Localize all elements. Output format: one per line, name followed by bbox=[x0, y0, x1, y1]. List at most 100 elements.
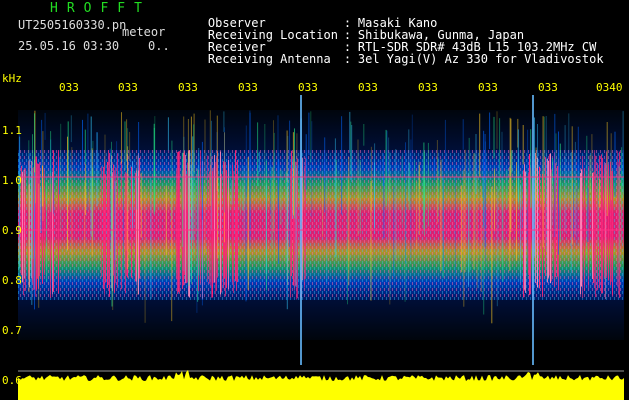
burst-column bbox=[215, 162, 216, 295]
streak bbox=[554, 113, 556, 238]
burst-column bbox=[237, 159, 238, 283]
streak bbox=[229, 164, 231, 189]
streak bbox=[424, 179, 426, 214]
streak bbox=[311, 121, 313, 217]
x-tick: 033 bbox=[538, 81, 558, 94]
streak bbox=[231, 179, 233, 205]
streak bbox=[527, 129, 529, 268]
streak bbox=[496, 111, 498, 149]
burst-column bbox=[604, 164, 605, 277]
burst-column bbox=[225, 161, 226, 297]
streak bbox=[363, 124, 365, 146]
burst-column bbox=[214, 154, 215, 283]
streak bbox=[153, 123, 155, 215]
streak bbox=[564, 157, 566, 233]
streak bbox=[132, 161, 133, 229]
y-tick: 0.9 bbox=[2, 224, 22, 237]
burst-column bbox=[523, 170, 524, 298]
streak bbox=[116, 141, 118, 177]
burst-column bbox=[213, 167, 214, 284]
burst-column bbox=[524, 164, 525, 290]
streak bbox=[85, 164, 86, 215]
burst-column bbox=[178, 151, 179, 292]
streak bbox=[436, 140, 438, 224]
streak bbox=[475, 134, 477, 194]
burst-column bbox=[139, 158, 140, 279]
streak bbox=[568, 113, 570, 209]
streak bbox=[181, 152, 183, 247]
streak bbox=[204, 119, 206, 254]
burst-column bbox=[37, 163, 38, 279]
streak bbox=[126, 119, 128, 161]
streak bbox=[44, 112, 46, 140]
streak bbox=[41, 165, 43, 207]
burst-column bbox=[107, 161, 108, 289]
streak bbox=[198, 148, 200, 276]
streak bbox=[351, 125, 353, 183]
streak bbox=[411, 114, 413, 178]
x-tick: 033 bbox=[478, 81, 498, 94]
streak bbox=[511, 150, 513, 173]
streak bbox=[125, 181, 127, 251]
x-tick: 033 bbox=[418, 81, 438, 94]
streak bbox=[349, 111, 351, 153]
streak bbox=[534, 117, 535, 257]
streak bbox=[91, 148, 93, 257]
streak bbox=[444, 119, 446, 174]
streak bbox=[518, 178, 520, 210]
streak bbox=[165, 185, 167, 256]
streak bbox=[389, 174, 391, 305]
burst-column bbox=[290, 168, 291, 298]
streak bbox=[551, 178, 553, 226]
burst-column bbox=[131, 166, 132, 278]
streak bbox=[249, 110, 251, 249]
streak bbox=[32, 134, 33, 259]
streak bbox=[493, 116, 495, 159]
burst-column bbox=[176, 170, 177, 280]
streak bbox=[124, 121, 126, 170]
file-suffix: meteor bbox=[122, 25, 166, 39]
streak bbox=[491, 186, 493, 324]
streak bbox=[38, 183, 40, 308]
streak bbox=[286, 173, 288, 310]
x-tick: 033 bbox=[238, 81, 258, 94]
streak bbox=[242, 185, 244, 211]
burst-column bbox=[529, 153, 530, 296]
burst-column bbox=[592, 172, 593, 279]
streak bbox=[545, 116, 547, 250]
streak bbox=[122, 187, 124, 280]
streak bbox=[433, 157, 435, 180]
streak bbox=[374, 143, 376, 234]
power-trace bbox=[18, 369, 624, 400]
streak bbox=[506, 169, 508, 209]
streak bbox=[418, 165, 420, 235]
burst-column bbox=[186, 174, 187, 284]
x-tick: 033 bbox=[358, 81, 378, 94]
burst-column bbox=[179, 151, 180, 294]
burst-column bbox=[212, 171, 213, 298]
streak bbox=[270, 160, 272, 215]
streak bbox=[121, 112, 122, 164]
burst-column bbox=[549, 154, 550, 276]
streak bbox=[535, 147, 537, 201]
burst-column bbox=[177, 152, 178, 294]
burst-column bbox=[557, 166, 558, 277]
streak bbox=[140, 172, 142, 238]
streak bbox=[577, 126, 579, 189]
streak bbox=[610, 133, 612, 201]
streak bbox=[587, 187, 589, 242]
streak bbox=[599, 178, 601, 208]
burst-column bbox=[33, 167, 34, 291]
streak bbox=[216, 115, 218, 191]
streak bbox=[496, 186, 498, 307]
streak bbox=[193, 124, 195, 255]
burst-column bbox=[23, 169, 24, 296]
streak bbox=[96, 132, 98, 207]
streak bbox=[60, 123, 62, 233]
burst-column bbox=[228, 159, 229, 290]
streak bbox=[324, 137, 326, 213]
streak bbox=[347, 176, 348, 305]
streak bbox=[359, 160, 361, 234]
streak bbox=[385, 129, 387, 207]
streak bbox=[386, 130, 388, 173]
